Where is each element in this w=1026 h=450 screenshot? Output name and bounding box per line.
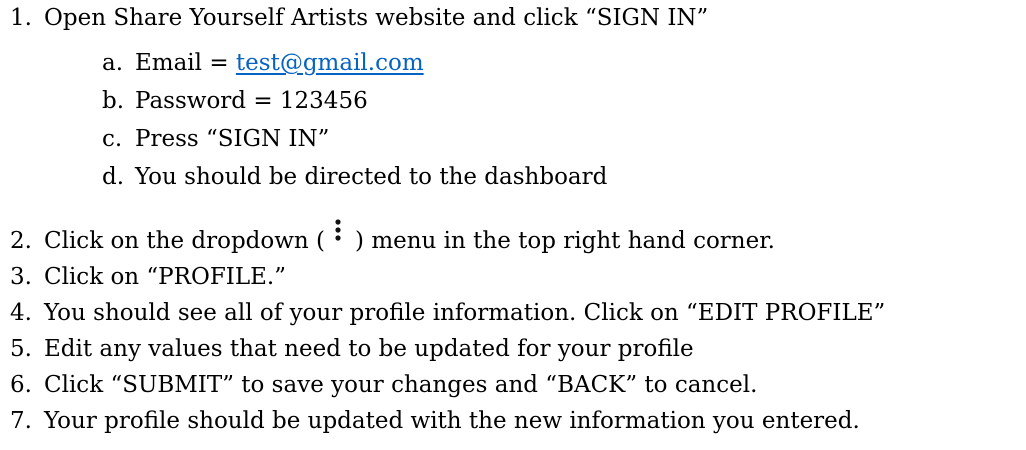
step-number: 5. xyxy=(10,336,32,362)
step-number: 2. xyxy=(10,228,32,254)
substep-text: Password = 123456 xyxy=(135,88,368,114)
step-number: 6. xyxy=(10,372,32,398)
instruction-document: 1. Open Share Yourself Artists website a… xyxy=(0,0,1026,450)
step-text: Click on the dropdown ( ) menu in the top… xyxy=(44,219,775,256)
substep-letter: c. xyxy=(102,126,123,152)
step-text: Open Share Yourself Artists website and … xyxy=(44,5,709,31)
step-text: Click on “PROFILE.” xyxy=(44,264,286,290)
substep-text: You should be directed to the dashboard xyxy=(135,164,608,190)
step-number: 3. xyxy=(10,264,32,290)
email-link[interactable]: test@gmail.com xyxy=(236,50,424,76)
email-prefix: Email = xyxy=(135,50,236,76)
substep-letter: b. xyxy=(102,88,125,114)
substep-letter: a. xyxy=(102,50,124,76)
step-text-after: ) menu in the top right hand corner. xyxy=(355,228,775,254)
substep-text: Press “SIGN IN” xyxy=(135,126,330,152)
step-text: Edit any values that need to be updated … xyxy=(44,336,694,362)
substep-letter: d. xyxy=(102,164,125,190)
step-text: Click “SUBMIT” to save your changes and … xyxy=(44,372,758,398)
step-number: 7. xyxy=(10,408,32,434)
step-text: Your profile should be updated with the … xyxy=(44,408,860,434)
step-number: 4. xyxy=(10,300,32,326)
step-text-before: Click on the dropdown ( xyxy=(44,228,326,254)
step-number: 1. xyxy=(10,5,32,31)
step-text: You should see all of your profile infor… xyxy=(44,300,886,326)
substep-text: Email = test@gmail.com xyxy=(135,48,424,78)
kebab-menu-icon xyxy=(325,219,355,256)
